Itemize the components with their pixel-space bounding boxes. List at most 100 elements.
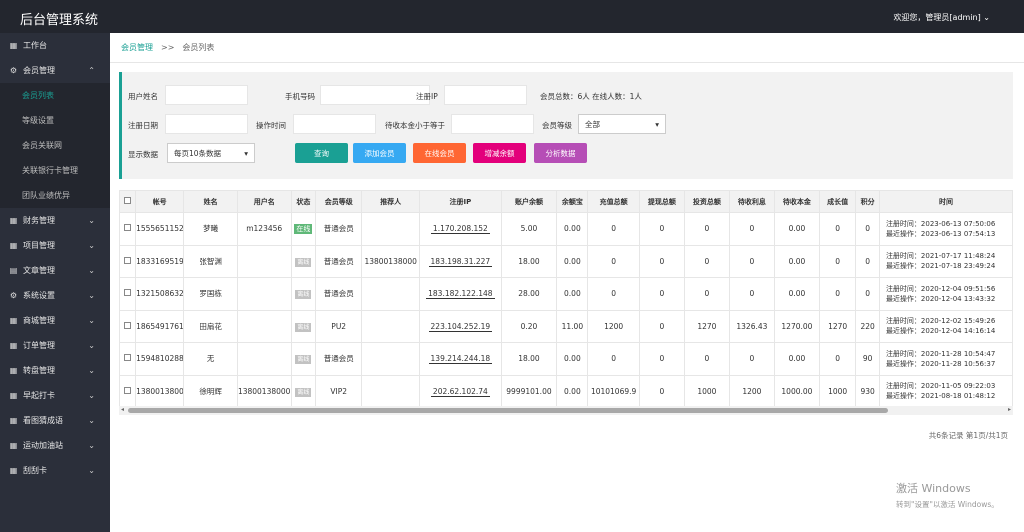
ip-link[interactable]: 183.198.31.227 (428, 256, 493, 267)
display-select[interactable]: 每页10条数据 ▾ (167, 143, 255, 163)
scroll-left-icon[interactable]: ◂ (121, 406, 124, 413)
row-select-cell[interactable] (119, 342, 137, 376)
row-checkbox[interactable] (124, 256, 132, 264)
row-checkbox[interactable] (124, 354, 132, 362)
ip-link[interactable]: 1.170.208.152 (430, 224, 490, 235)
cell-value: 0.00 (788, 289, 806, 299)
user-menu[interactable]: 欢迎您，管理员[admin] ⌄ (893, 12, 990, 23)
table-row: 18331695191 张智渊 离线 普通会员 13800138000 183.198.3… (119, 244, 1013, 278)
row-checkbox[interactable] (124, 321, 132, 329)
column-header: 用户名 (236, 190, 292, 213)
pending-input[interactable] (451, 114, 534, 134)
breadcrumb-root[interactable]: 会员管理 (121, 42, 153, 53)
cell-username: m123456 (236, 212, 292, 246)
sidebar-subitem[interactable]: 会员关联网 (0, 133, 110, 158)
ip-input[interactable] (444, 85, 527, 105)
sidebar-item[interactable]: ▦ 运动加油站 ⌄ (0, 433, 110, 458)
cell-username (236, 244, 292, 278)
cell-points: 0 (855, 212, 880, 246)
username-input[interactable] (165, 85, 248, 105)
row-select-cell[interactable] (119, 212, 137, 246)
cell-value: 0 (749, 354, 755, 364)
cell-interest: 0 (728, 244, 775, 278)
query-button[interactable]: 查询 (295, 143, 348, 163)
table-row: 15948102886 无 离线 普通会员 139.214.244.18 18.00 0.0… (119, 342, 1013, 376)
ip-link[interactable]: 202.62.102.74 (430, 386, 490, 397)
cell-principal: 0.00 (773, 212, 820, 246)
reg-time: 注册时间：2021-07-17 11:48:24 (885, 252, 996, 261)
sidebar-item[interactable]: ▦ 早起打卡 ⌄ (0, 383, 110, 408)
sidebar-item[interactable]: ▦ 财务管理 ⌄ (0, 208, 110, 233)
cell-value: 1200 (742, 386, 762, 396)
sidebar-item[interactable]: ▦ 刮刮卡 ⌄ (0, 458, 110, 483)
cell-value: 0 (611, 224, 617, 234)
row-select-cell[interactable] (119, 277, 137, 311)
cell-value: 18.00 (518, 256, 540, 266)
row-checkbox[interactable] (124, 224, 132, 232)
level-select[interactable]: 全部 ▾ (578, 114, 666, 134)
select-all-checkbox[interactable] (124, 197, 132, 204)
cell-value: 9999101.00 (506, 386, 552, 396)
sidebar: ▦ 工作台 ⚙ 会员管理 ⌃ 会员列表 等级设置 会员关联网 关联银行卡管理 团队业绩优异 ▦ 财务管… (0, 33, 110, 532)
sidebar-subitem[interactable]: 会员列表 (0, 83, 110, 108)
breadcrumb-current: 会员列表 (182, 43, 215, 52)
ip-link[interactable]: 183.182.122.148 (426, 289, 495, 300)
cell-yeb: 0.00 (556, 212, 589, 246)
cell-balance: 5.00 (500, 212, 558, 246)
add-member-button[interactable]: 添加会员 (353, 143, 406, 163)
analyze-data-button[interactable]: 分析数据 (534, 143, 587, 163)
column-header: 成长值 (818, 190, 857, 213)
cell-referrer (361, 342, 421, 376)
status-badge: 离线 (295, 355, 312, 365)
cell-principal: 0.00 (773, 277, 820, 311)
sidebar-item[interactable]: ▦ 商城管理 ⌄ (0, 308, 110, 333)
sidebar-item[interactable]: ▦ 订单管理 ⌄ (0, 333, 110, 358)
chevron-down-icon: ▾ (655, 119, 659, 129)
sidebar-item-label: 文章管理 (23, 266, 55, 275)
cell-withdraw: 0 (638, 309, 685, 343)
cell-points: 0 (855, 244, 880, 278)
cell-value: 0 (835, 289, 841, 299)
row-checkbox[interactable] (124, 386, 132, 394)
table-body: 15556511525 梦曦 m123456 在线 普通会员 1.170.208.152 5… (119, 212, 1013, 408)
ip-link[interactable]: 223.104.252.19 (428, 321, 493, 332)
row-select-cell[interactable] (119, 244, 137, 278)
cell-principal: 0.00 (773, 244, 820, 278)
scrollbar-thumb[interactable] (128, 408, 888, 413)
select-all-header[interactable] (119, 190, 137, 213)
sidebar-item[interactable]: ⚙ 会员管理 ⌃ (0, 58, 110, 83)
adjust-balance-button[interactable]: 增减余额 (473, 143, 526, 163)
sidebar-item[interactable]: ▦ 看图猜成语 ⌄ (0, 408, 110, 433)
cell-value: 28.00 (518, 289, 540, 299)
sidebar-subitem[interactable]: 等级设置 (0, 108, 110, 133)
column-header: 投资总额 (683, 190, 730, 213)
row-select-cell[interactable] (119, 374, 137, 408)
ip-link[interactable]: 139.214.244.18 (428, 354, 493, 365)
optime-input[interactable] (293, 114, 376, 134)
scroll-right-icon[interactable]: ▸ (1008, 406, 1011, 413)
sidebar-item[interactable]: ▦ 转盘管理 ⌄ (0, 358, 110, 383)
level-label: 会员等级 (542, 121, 572, 130)
cell-interest: 0 (728, 277, 775, 311)
sidebar-subitem[interactable]: 团队业绩优异 (0, 183, 110, 208)
sidebar-subitem[interactable]: 关联银行卡管理 (0, 158, 110, 183)
cell-value: 普通会员 (323, 354, 354, 364)
sidebar-item[interactable]: ▤ 文章管理 ⌄ (0, 258, 110, 283)
sidebar-item-label: 运动加油站 (23, 441, 63, 450)
regdate-input[interactable] (165, 114, 248, 134)
sidebar-item[interactable]: ⚙ 系统设置 ⌄ (0, 283, 110, 308)
cell-value: 1000 (697, 386, 717, 396)
online-members-button[interactable]: 在线会员 (413, 143, 466, 163)
phone-input[interactable] (320, 85, 430, 105)
sidebar-item[interactable]: ▦ 工作台 (0, 33, 110, 58)
cell-value: 普通会员 (323, 289, 354, 299)
horizontal-scrollbar[interactable]: ◂ ▸ (119, 406, 1013, 415)
column-header: 账户余额 (500, 190, 558, 213)
cell-name: 张智渊 (183, 244, 238, 278)
row-select-cell[interactable] (119, 309, 137, 343)
cell-level: VIP2 (315, 374, 363, 408)
cell-value: 0 (659, 256, 665, 266)
sidebar-item[interactable]: ▦ 项目管理 ⌄ (0, 233, 110, 258)
row-checkbox[interactable] (124, 289, 132, 297)
cell-name: 罗国栋 (183, 277, 238, 311)
